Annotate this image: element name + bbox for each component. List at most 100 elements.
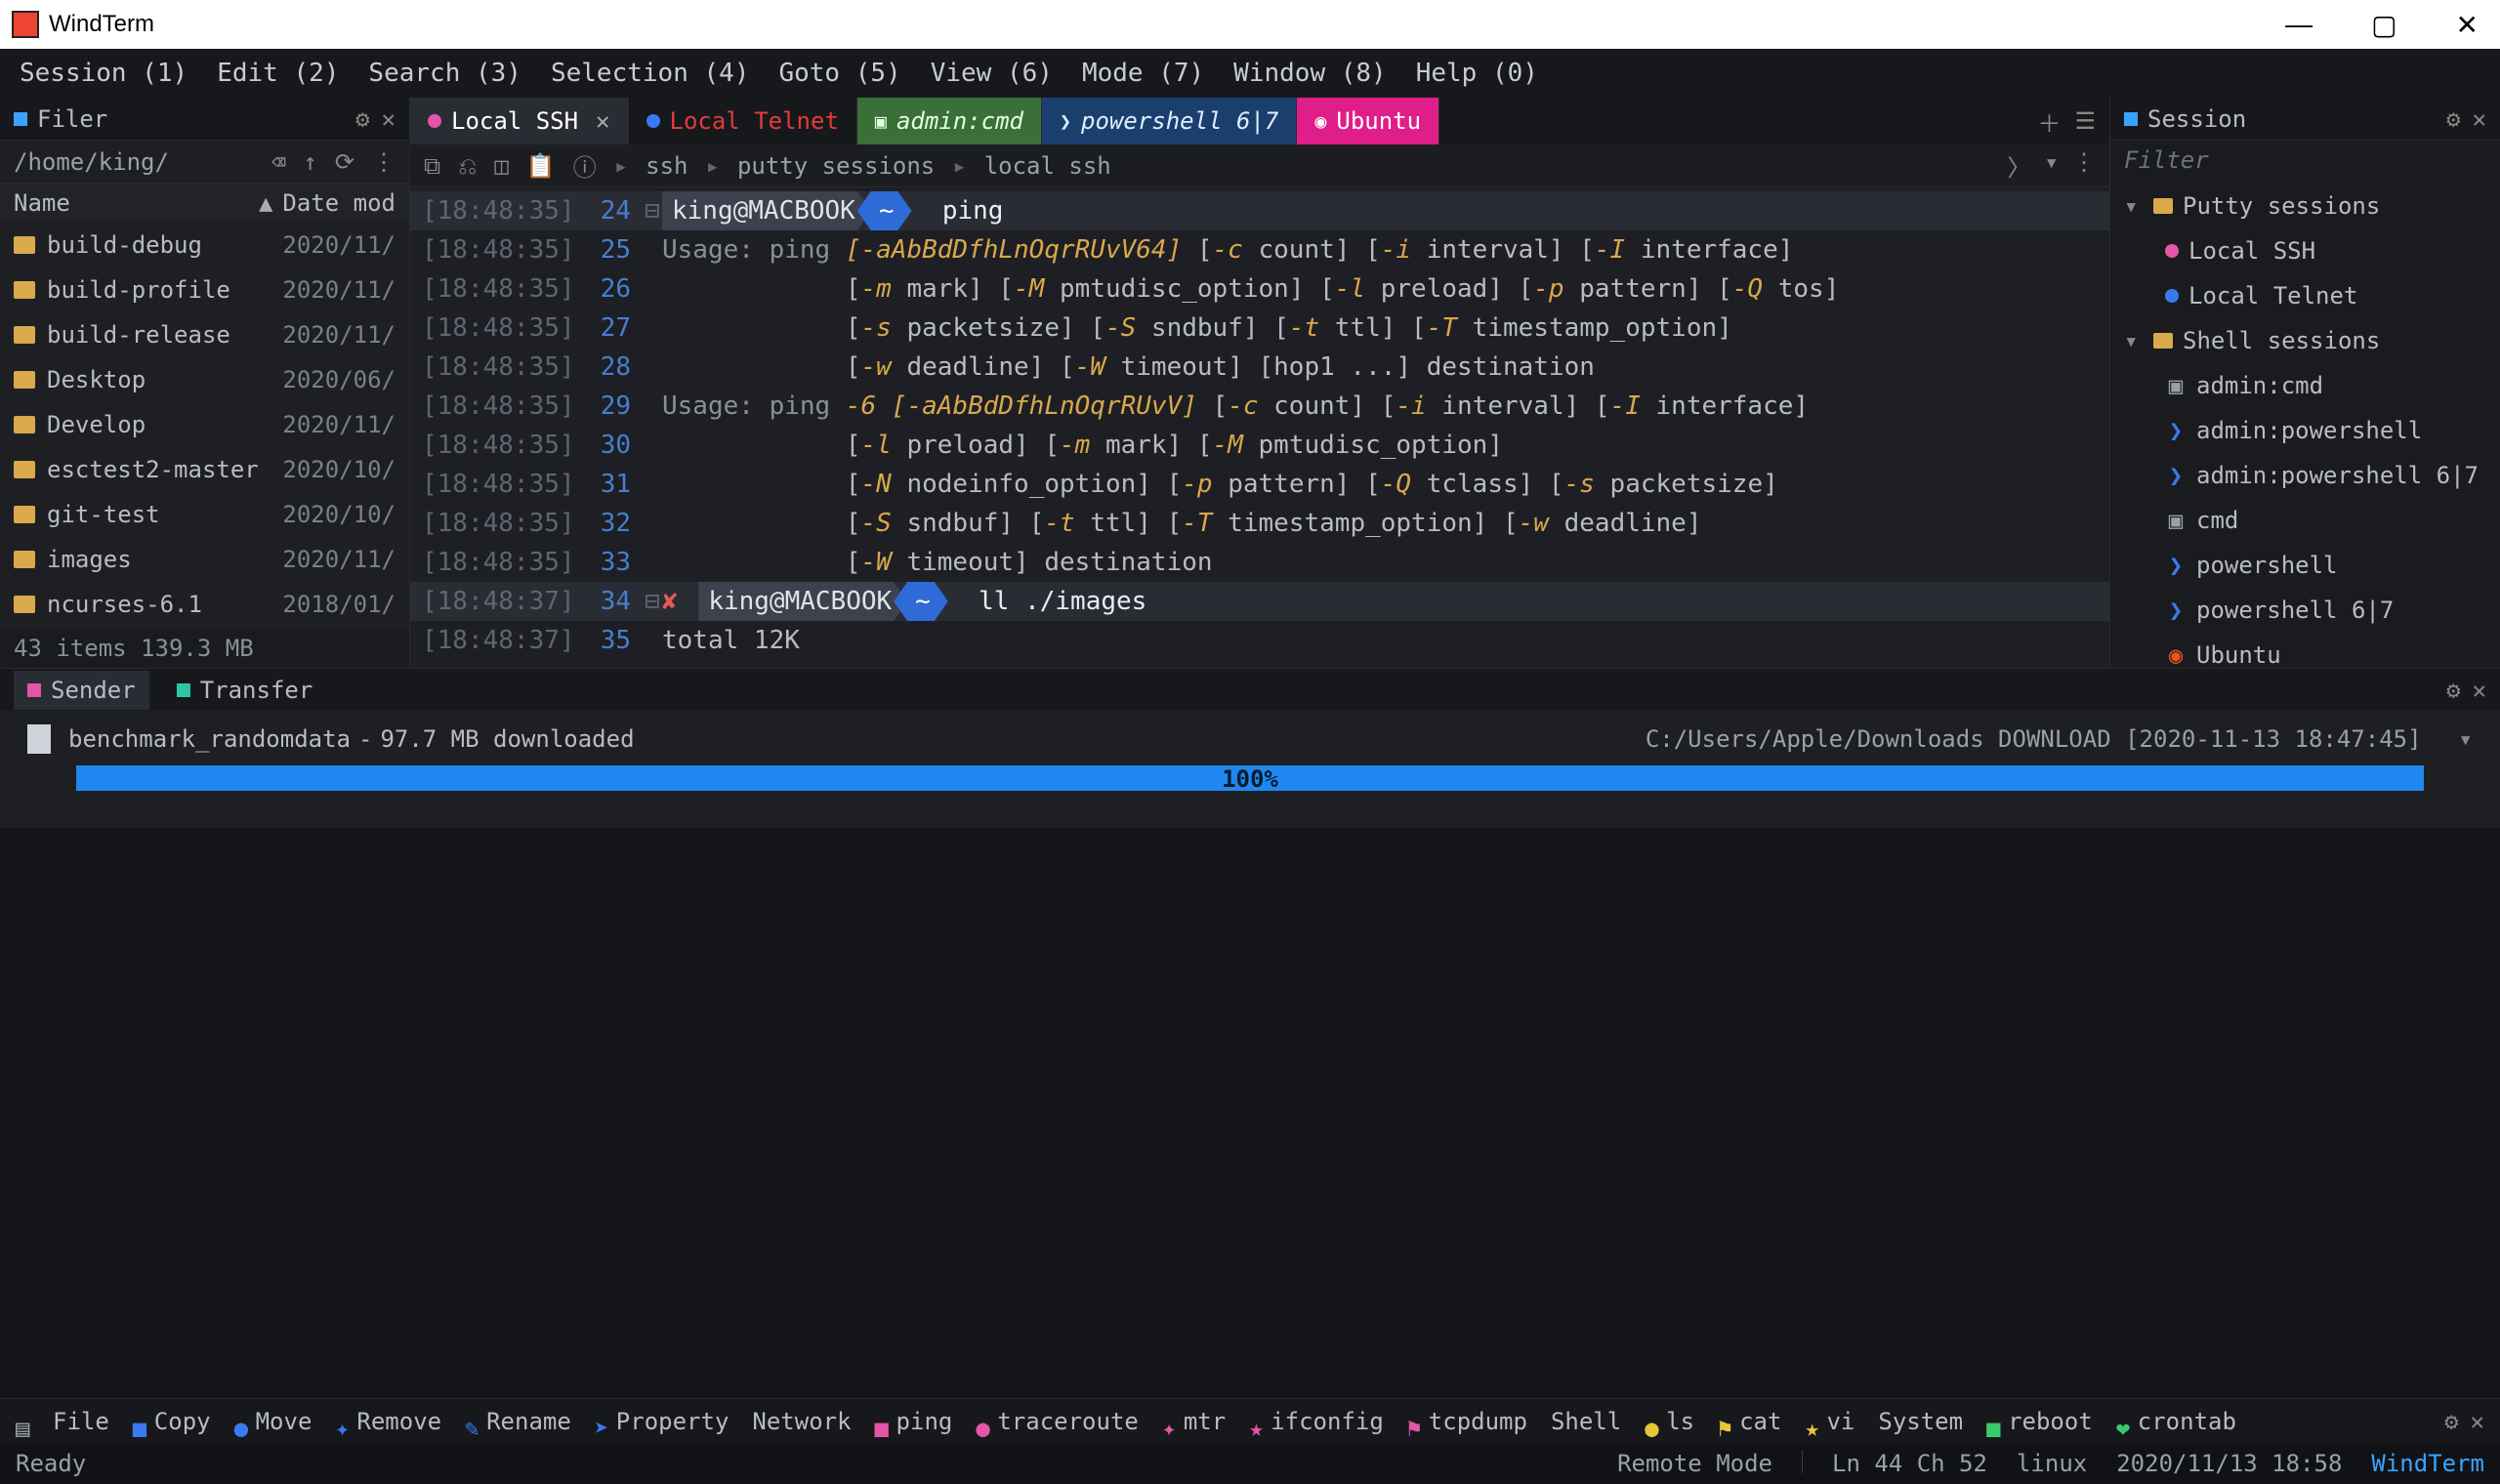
session-filter[interactable]: Filter bbox=[2110, 141, 2500, 180]
maximize-button[interactable]: ▢ bbox=[2361, 9, 2406, 41]
terminal-line[interactable]: [18:48:35]28 [-w deadline] [-W timeout] … bbox=[410, 348, 2109, 387]
terminal-line[interactable]: [18:48:35]31 [-N nodeinfo_option] [-p pa… bbox=[410, 465, 2109, 504]
footer-settings-icon[interactable]: ⚙ bbox=[2444, 1408, 2458, 1435]
session-item[interactable]: ❯admin:powershell bbox=[2110, 408, 2500, 453]
session-settings-icon[interactable]: ⚙ bbox=[2446, 105, 2460, 133]
session-item[interactable]: Local Telnet bbox=[2110, 273, 2500, 318]
bottom-close-icon[interactable]: ✕ bbox=[2473, 677, 2486, 704]
tab-add-icon[interactable]: ＋ bbox=[2037, 104, 2061, 139]
footer-ifconfig[interactable]: ★ifconfig bbox=[1249, 1408, 1384, 1435]
menu-help[interactable]: Help (0) bbox=[1416, 59, 1538, 88]
session-item[interactable]: ◉Ubuntu bbox=[2110, 633, 2500, 668]
footer-copy[interactable]: ■Copy bbox=[133, 1408, 211, 1435]
terminal-line[interactable]: [18:48:35]29 Usage: ping -6 [-aAbBdDfhLn… bbox=[410, 387, 2109, 426]
terminal-line[interactable]: [18:48:37]36 drwx------ 1 king king 4.0K… bbox=[410, 660, 2109, 668]
menu-goto[interactable]: Goto (5) bbox=[778, 59, 900, 88]
tab-cmd[interactable]: ▣admin:cmd bbox=[857, 98, 1042, 144]
tab-close-icon[interactable]: ✕ bbox=[596, 107, 609, 135]
footer-crontab[interactable]: ❤crontab bbox=[2116, 1408, 2236, 1435]
terminal-line[interactable]: [18:48:35]32 [-S sndbuf] [-t ttl] [-T ti… bbox=[410, 504, 2109, 543]
tab-ubuntu[interactable]: ◉Ubuntu bbox=[1297, 98, 1439, 144]
crumb-next-icon[interactable]: 〉 bbox=[2008, 148, 2031, 183]
terminal-line[interactable]: [18:48:35]30 [-l preload] [-m mark] [-M … bbox=[410, 426, 2109, 465]
filer-close-icon[interactable]: ✕ bbox=[382, 105, 396, 133]
menu-selection[interactable]: Selection (4) bbox=[551, 59, 750, 88]
status-brand[interactable]: WindTerm bbox=[2371, 1450, 2484, 1477]
tab-ps[interactable]: ❯powershell 6|7 bbox=[1042, 98, 1297, 144]
session-group[interactable]: ▾Shell sessions bbox=[2110, 318, 2500, 363]
footer-tcpdump[interactable]: ⚑tcpdump bbox=[1407, 1408, 1527, 1435]
footer-cat[interactable]: ⚑cat bbox=[1718, 1408, 1781, 1435]
transfer-expand-icon[interactable]: ▾ bbox=[2459, 725, 2473, 753]
split-h-icon[interactable]: ⧉ bbox=[424, 152, 440, 180]
session-item[interactable]: ❯powershell bbox=[2110, 543, 2500, 588]
footer-vi[interactable]: ★vi bbox=[1805, 1408, 1854, 1435]
close-button[interactable]: ✕ bbox=[2446, 9, 2488, 41]
filer-col-date[interactable]: Date mod bbox=[282, 189, 396, 217]
tab-transfer[interactable]: Transfer bbox=[177, 677, 313, 704]
terminal-line[interactable]: [18:48:35]27 [-s packetsize] [-S sndbuf]… bbox=[410, 309, 2109, 348]
footer-mtr[interactable]: ✦mtr bbox=[1162, 1408, 1226, 1435]
tab-menu-icon[interactable]: ☰ bbox=[2074, 107, 2096, 135]
filer-refresh-icon[interactable]: ⟳ bbox=[335, 148, 354, 176]
split-v-icon[interactable]: ◫ bbox=[494, 152, 508, 180]
status-mode[interactable]: Remote Mode bbox=[1617, 1450, 1772, 1477]
footer-ls[interactable]: ●ls bbox=[1645, 1408, 1694, 1435]
session-group[interactable]: ▾Putty sessions bbox=[2110, 184, 2500, 228]
menu-search[interactable]: Search (3) bbox=[368, 59, 521, 88]
crumb-dropdown-icon[interactable]: ▾ bbox=[2045, 148, 2059, 183]
crumb-1[interactable]: putty sessions bbox=[737, 152, 935, 180]
menu-window[interactable]: Window (8) bbox=[1233, 59, 1387, 88]
filer-more-icon[interactable]: ⋮ bbox=[372, 148, 396, 176]
terminal-line[interactable]: [18:48:35]33 [-W timeout] destination bbox=[410, 543, 2109, 582]
tab-ssh[interactable]: Local SSH✕ bbox=[410, 98, 629, 144]
session-item[interactable]: ▣cmd bbox=[2110, 498, 2500, 543]
menu-mode[interactable]: Mode (7) bbox=[1082, 59, 1204, 88]
filer-clear-icon[interactable]: ⌫ bbox=[271, 148, 285, 176]
session-item[interactable]: ❯admin:powershell 6|7 bbox=[2110, 453, 2500, 498]
history-back-icon[interactable]: ⎌ bbox=[458, 152, 477, 180]
info-icon[interactable]: ⓘ bbox=[573, 148, 597, 183]
terminal-line[interactable]: [18:48:35]24⊟king@MACBOOK~ ping bbox=[410, 191, 2109, 230]
footer-shell[interactable]: Shell bbox=[1551, 1408, 1621, 1435]
footer-file[interactable]: File bbox=[53, 1408, 109, 1435]
terminal-line[interactable]: [18:48:37]35 total 12K bbox=[410, 621, 2109, 660]
filer-path[interactable]: /home/king/ bbox=[14, 148, 169, 176]
filer-row[interactable]: build-release2020/11/ bbox=[0, 312, 409, 357]
filer-row[interactable]: esctest2-master2020/10/ bbox=[0, 447, 409, 492]
filer-row[interactable]: Develop2020/11/ bbox=[0, 402, 409, 447]
session-close-icon[interactable]: ✕ bbox=[2473, 105, 2486, 133]
filer-up-icon[interactable]: ↑ bbox=[303, 148, 316, 176]
terminal-view[interactable]: [18:48:35]24⊟king@MACBOOK~ ping[18:48:35… bbox=[410, 187, 2109, 668]
footer-system[interactable]: System bbox=[1878, 1408, 1963, 1435]
footer-property[interactable]: ➤Property bbox=[595, 1408, 729, 1435]
menu-session[interactable]: Session (1) bbox=[20, 59, 188, 88]
footer-remove[interactable]: ✦Remove bbox=[335, 1408, 441, 1435]
footer-traceroute[interactable]: ●traceroute bbox=[976, 1408, 1139, 1435]
session-item[interactable]: Local SSH bbox=[2110, 228, 2500, 273]
filer-row[interactable]: Desktop2020/06/ bbox=[0, 357, 409, 402]
bottom-settings-icon[interactable]: ⚙ bbox=[2446, 677, 2460, 704]
tab-sender[interactable]: Sender bbox=[14, 671, 149, 710]
filer-col-name[interactable]: Name bbox=[14, 189, 249, 217]
tab-telnet[interactable]: Local Telnet bbox=[629, 98, 857, 144]
footer-rename[interactable]: ✎Rename bbox=[465, 1408, 571, 1435]
terminal-line[interactable]: [18:48:35]25 Usage: ping [-aAbBdDfhLnOqr… bbox=[410, 230, 2109, 269]
sort-asc-icon[interactable]: ▲ bbox=[259, 189, 272, 217]
footer-network[interactable]: Network bbox=[752, 1408, 851, 1435]
footer-close-icon[interactable]: ✕ bbox=[2471, 1408, 2484, 1435]
filer-settings-icon[interactable]: ⚙ bbox=[355, 105, 369, 133]
footer-move[interactable]: ●Move bbox=[234, 1408, 312, 1435]
crumb-0[interactable]: ssh bbox=[646, 152, 688, 180]
terminal-line[interactable]: [18:48:37]34⊟✘ king@MACBOOK~ ll ./images bbox=[410, 582, 2109, 621]
crumb-2[interactable]: local ssh bbox=[984, 152, 1111, 180]
toolbar-more-icon[interactable]: ⋮ bbox=[2072, 148, 2096, 183]
session-item[interactable]: ▣admin:cmd bbox=[2110, 363, 2500, 408]
terminal-line[interactable]: [18:48:35]26 [-m mark] [-M pmtudisc_opti… bbox=[410, 269, 2109, 309]
footer-icon[interactable]: ▤ bbox=[16, 1415, 29, 1428]
menu-view[interactable]: View (6) bbox=[931, 59, 1053, 88]
menu-edit[interactable]: Edit (2) bbox=[217, 59, 339, 88]
filer-row[interactable]: images2020/11/ bbox=[0, 537, 409, 582]
filer-row[interactable]: build-profile2020/11/ bbox=[0, 268, 409, 312]
filer-row[interactable]: build-debug2020/11/ bbox=[0, 223, 409, 268]
